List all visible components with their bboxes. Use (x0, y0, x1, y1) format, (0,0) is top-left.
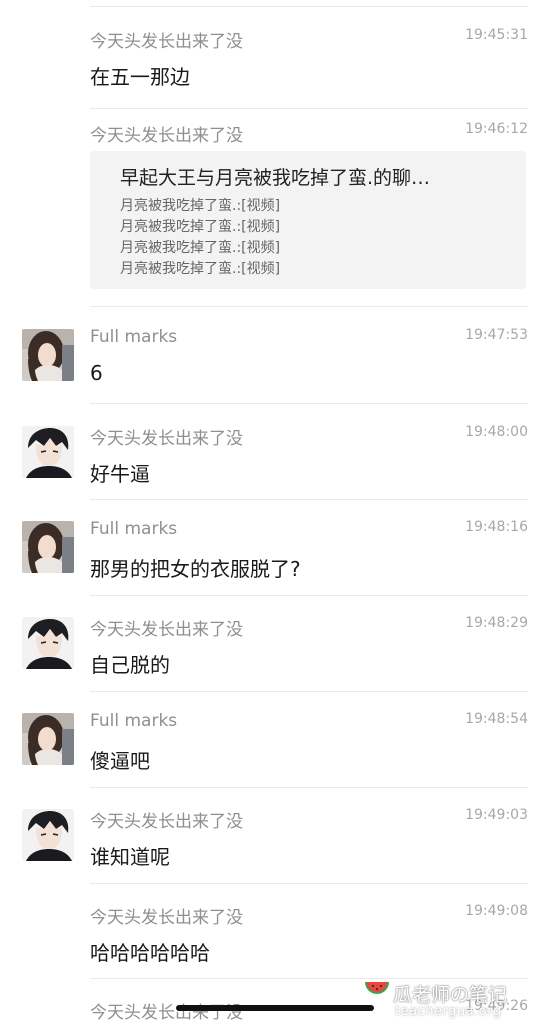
message-text: 自己脱的 (90, 653, 170, 677)
divider (90, 978, 528, 979)
avatar-boy[interactable] (22, 426, 74, 478)
sender-name: 今天头发长出来了没 (90, 126, 243, 146)
sender-name: Full marks (90, 711, 178, 731)
chat-history-card[interactable]: 早起大王与月亮被我吃掉了蛮.的聊… 月亮被我吃掉了蛮.:[视频] 月亮被我吃掉了… (90, 151, 526, 289)
divider (90, 108, 528, 109)
avatar-girl[interactable] (22, 521, 74, 573)
message-text: 那男的把女的衣服脱了? (90, 557, 301, 581)
message-text: 好牛逼 (90, 462, 150, 486)
sender-name: Full marks (90, 519, 178, 539)
message-text: 6 (90, 361, 103, 385)
divider (90, 883, 528, 884)
watermelon-icon (364, 980, 390, 998)
top-divider (90, 6, 528, 7)
avatar-girl[interactable] (22, 713, 74, 765)
message-text: 哈哈哈哈哈哈 (90, 941, 210, 965)
watermark-title: 瓜老师の笔记 (393, 984, 508, 1006)
sender-name: Full marks (90, 327, 178, 347)
divider (90, 691, 528, 692)
home-indicator[interactable] (176, 1005, 374, 1011)
card-line: 月亮被我吃掉了蛮.:[视频] (120, 198, 281, 214)
message-text: 谁知道呢 (90, 845, 170, 869)
card-line: 月亮被我吃掉了蛮.:[视频] (120, 240, 281, 256)
avatar-boy[interactable] (22, 617, 74, 669)
sender-name: 今天头发长出来了没 (90, 429, 243, 449)
watermark-url: teachergua.org (395, 1004, 502, 1019)
timestamp: 19:48:29 (465, 615, 528, 631)
timestamp: 19:46:12 (465, 121, 528, 137)
card-title: 早起大王与月亮被我吃掉了蛮.的聊… (120, 167, 431, 189)
card-line: 月亮被我吃掉了蛮.:[视频] (120, 261, 281, 277)
message-text: 在五一那边 (90, 65, 190, 89)
avatar-girl[interactable] (22, 329, 74, 381)
timestamp: 19:48:54 (465, 711, 528, 727)
timestamp: 19:49:08 (465, 903, 528, 919)
timestamp: 19:45:31 (465, 27, 528, 43)
divider (90, 595, 528, 596)
card-line: 月亮被我吃掉了蛮.:[视频] (120, 219, 281, 235)
divider (90, 787, 528, 788)
sender-name: 今天头发长出来了没 (90, 812, 243, 832)
sender-name: 今天头发长出来了没 (90, 908, 243, 928)
divider (90, 306, 528, 307)
sender-name: 今天头发长出来了没 (90, 32, 243, 52)
timestamp: 19:47:53 (465, 327, 528, 343)
divider (90, 499, 528, 500)
sender-name: 今天头发长出来了没 (90, 620, 243, 640)
timestamp: 19:49:03 (465, 807, 528, 823)
timestamp: 19:48:00 (465, 424, 528, 440)
avatar-boy[interactable] (22, 809, 74, 861)
timestamp: 19:48:16 (465, 519, 528, 535)
divider (90, 403, 528, 404)
message-text: 傻逼吧 (90, 749, 150, 773)
